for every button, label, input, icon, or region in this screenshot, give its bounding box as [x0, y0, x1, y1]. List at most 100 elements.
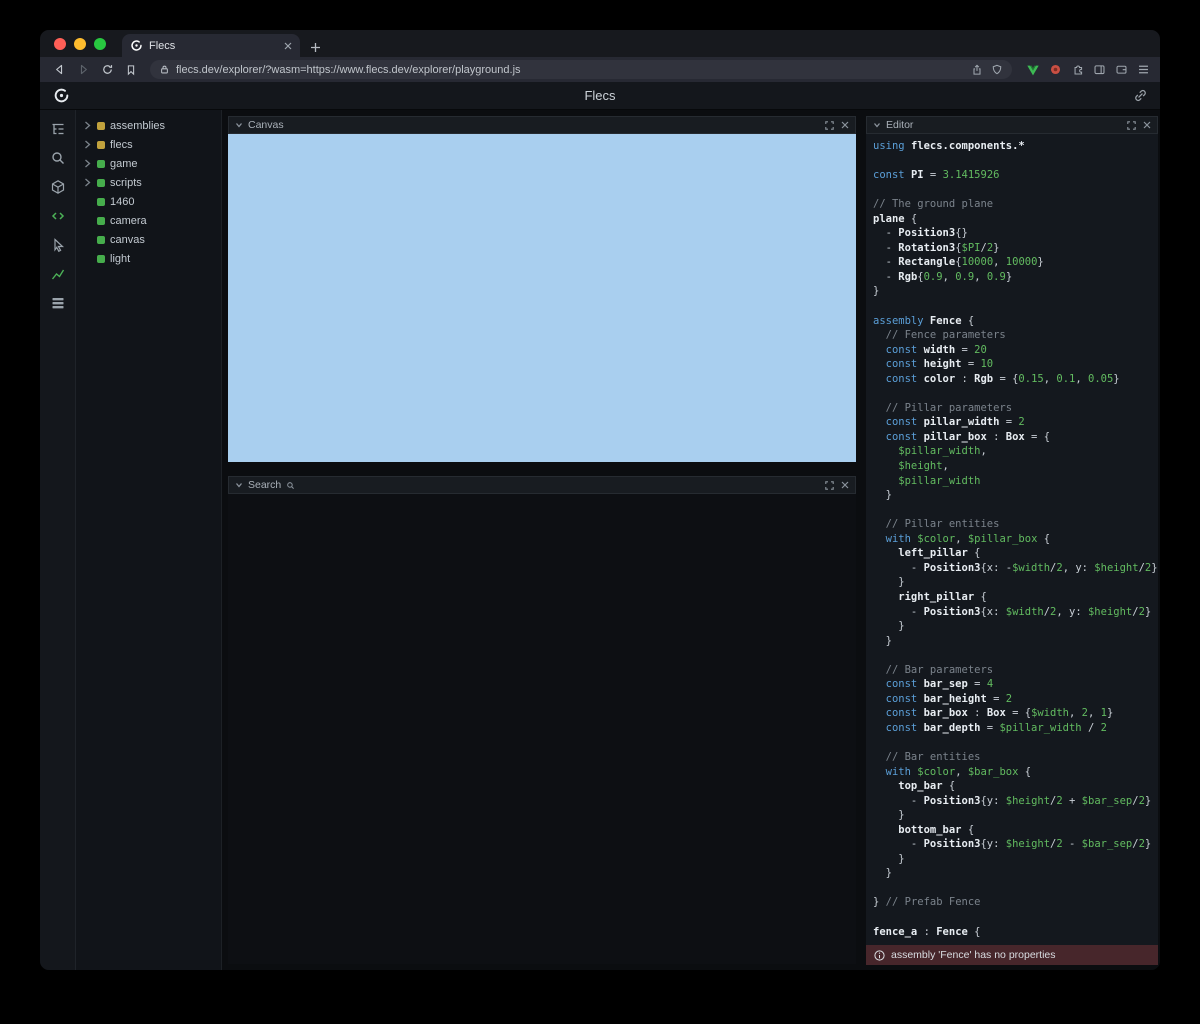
entity-color-dot	[97, 236, 105, 244]
wallet-icon[interactable]	[1115, 63, 1128, 76]
tree-item-label: assemblies	[110, 120, 165, 132]
code-line: } // Prefab Fence	[873, 895, 1158, 910]
tree-item-game[interactable]: game	[76, 154, 221, 173]
url-bar[interactable]: flecs.dev/explorer/?wasm=https://www.fle…	[150, 60, 1012, 79]
outline-tree-icon[interactable]	[47, 118, 69, 140]
code-line: // Pillar parameters	[873, 401, 1158, 416]
flecs-favicon	[130, 39, 143, 52]
tree-item-label: camera	[110, 215, 147, 227]
tree-item-assemblies[interactable]: assemblies	[76, 116, 221, 135]
close-window-button[interactable]	[54, 38, 66, 50]
close-icon[interactable]	[841, 121, 849, 129]
center-column: Canvas Se	[222, 110, 862, 970]
code-line: with $color, $bar_box {	[873, 765, 1158, 780]
code-line: const bar_depth = $pillar_width / 2	[873, 721, 1158, 736]
entity-tree: assemblies flecsgamescripts 1460 camera canv…	[76, 110, 222, 970]
app-body: assemblies flecsgamescripts 1460 camera canv…	[40, 110, 1160, 970]
code-line: - Position3{x: $width/2, y: $height/2}	[873, 605, 1158, 620]
expand-icon[interactable]	[1127, 121, 1136, 130]
expand-chevron-icon[interactable]	[84, 121, 92, 130]
entity-color-dot	[97, 198, 105, 206]
share-icon[interactable]	[971, 64, 983, 76]
sidebar-panel-icon[interactable]	[1093, 63, 1106, 76]
code-line: const width = 20	[873, 343, 1158, 358]
code-line: }	[873, 634, 1158, 649]
tree-item-label: light	[110, 253, 130, 265]
code-line: - Rotation3{$PI/2}	[873, 241, 1158, 256]
minimize-window-button[interactable]	[74, 38, 86, 50]
browser-window: Flecs flecs.dev/explorer/?wasm=https://w…	[40, 30, 1160, 970]
code-line: left_pillar {	[873, 546, 1158, 561]
navigation-bar: flecs.dev/explorer/?wasm=https://www.fle…	[40, 57, 1160, 82]
stats-chart-icon[interactable]	[47, 263, 69, 285]
cube-icon[interactable]	[47, 176, 69, 198]
code-line: const pillar_box : Box = {	[873, 430, 1158, 445]
expand-chevron-icon[interactable]	[84, 178, 92, 187]
close-icon[interactable]	[841, 481, 849, 489]
info-icon	[874, 950, 885, 961]
close-icon[interactable]	[1143, 121, 1151, 129]
tab-close-icon[interactable]	[284, 42, 292, 50]
rows-icon[interactable]	[47, 292, 69, 314]
entity-color-dot	[97, 160, 105, 168]
tab-bar: Flecs	[40, 30, 1160, 57]
expand-chevron-icon[interactable]	[84, 140, 92, 149]
code-line: top_bar {	[873, 779, 1158, 794]
code-line: using flecs.components.*	[873, 139, 1158, 154]
entity-color-dot	[97, 179, 105, 187]
back-icon[interactable]	[50, 61, 68, 79]
chevron-down-icon[interactable]	[235, 121, 243, 129]
code-line: - Rectangle{10000, 10000}	[873, 255, 1158, 270]
entity-color-dot	[97, 255, 105, 263]
code-line: }	[873, 284, 1158, 299]
canvas-viewport[interactable]	[228, 134, 856, 462]
inspect-cursor-icon[interactable]	[47, 234, 69, 256]
code-line: plane {	[873, 212, 1158, 227]
search-results-area	[228, 494, 856, 964]
extensions-puzzle-icon[interactable]	[1071, 63, 1084, 76]
maximize-window-button[interactable]	[94, 38, 106, 50]
tab-title: Flecs	[149, 40, 278, 52]
tree-item-flecs[interactable]: flecs	[76, 135, 221, 154]
tree-item-light[interactable]: light	[76, 249, 221, 268]
code-line: // Bar entities	[873, 750, 1158, 765]
code-line	[873, 910, 1158, 925]
editor-column: Editor using flecs.components.* const PI…	[862, 110, 1160, 970]
code-line: with $color, $pillar_box {	[873, 532, 1158, 547]
new-tab-icon[interactable]	[310, 42, 321, 53]
expand-chevron-icon[interactable]	[84, 159, 92, 168]
tree-item-canvas[interactable]: canvas	[76, 230, 221, 249]
menu-icon[interactable]	[1137, 63, 1150, 76]
lock-icon	[159, 64, 170, 75]
chevron-down-icon[interactable]	[235, 481, 243, 489]
search-panel-title: Search	[248, 479, 281, 491]
link-icon[interactable]	[1133, 88, 1148, 108]
code-icon[interactable]	[47, 205, 69, 227]
code-line: const height = 10	[873, 357, 1158, 372]
vue-devtools-icon[interactable]	[1026, 63, 1040, 77]
tree-item-scripts[interactable]: scripts	[76, 173, 221, 192]
brave-shield-icon[interactable]	[991, 64, 1003, 76]
reload-icon[interactable]	[98, 61, 116, 79]
code-line	[873, 386, 1158, 401]
traffic-lights	[54, 38, 106, 50]
expand-icon[interactable]	[825, 121, 834, 130]
code-line	[873, 299, 1158, 314]
code-line: const PI = 3.1415926	[873, 168, 1158, 183]
record-dot-icon[interactable]	[1049, 63, 1062, 76]
tree-item-1460[interactable]: 1460	[76, 192, 221, 211]
search-icon[interactable]	[47, 147, 69, 169]
url-text[interactable]: flecs.dev/explorer/?wasm=https://www.fle…	[176, 64, 965, 76]
chevron-down-icon[interactable]	[873, 121, 881, 129]
bookmark-icon[interactable]	[122, 61, 140, 79]
expand-icon[interactable]	[825, 481, 834, 490]
code-line: }	[873, 488, 1158, 503]
tree-item-camera[interactable]: camera	[76, 211, 221, 230]
extension-icons	[1026, 63, 1150, 77]
forward-icon[interactable]	[74, 61, 92, 79]
editor-code[interactable]: using flecs.components.* const PI = 3.14…	[866, 134, 1158, 945]
code-line: }	[873, 866, 1158, 881]
browser-tab[interactable]: Flecs	[122, 34, 300, 57]
tree-item-label: 1460	[110, 196, 134, 208]
code-line: // Pillar entities	[873, 517, 1158, 532]
